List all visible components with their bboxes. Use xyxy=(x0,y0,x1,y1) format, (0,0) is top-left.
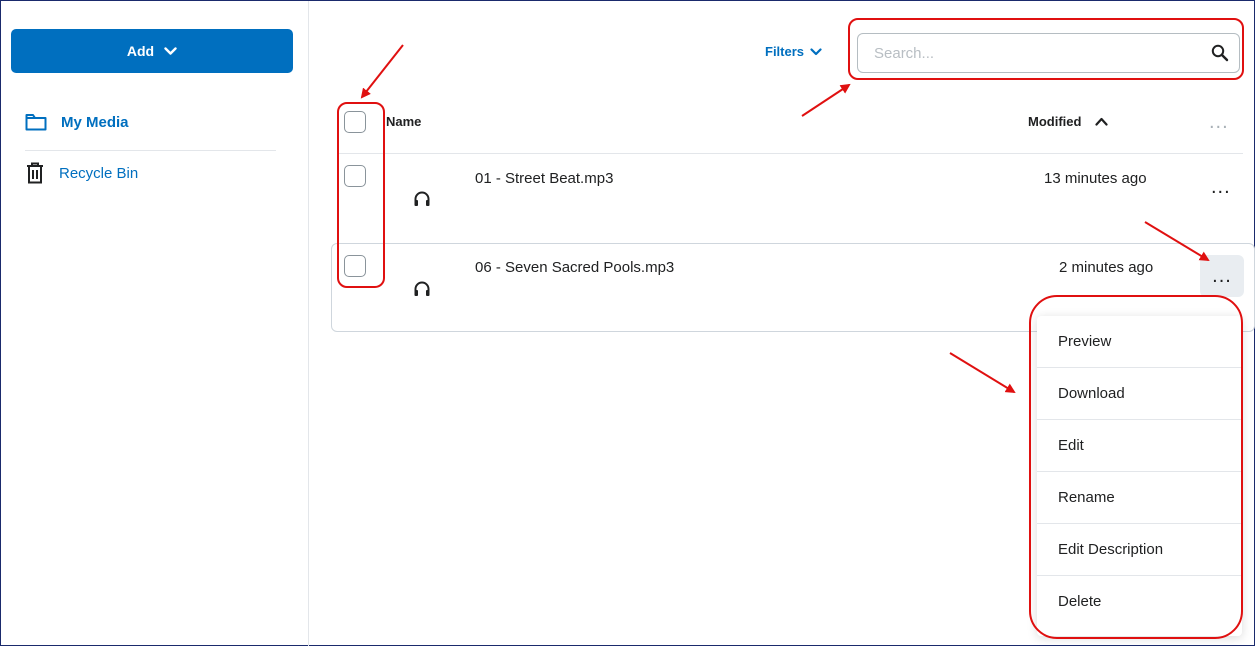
add-button-label: Add xyxy=(126,43,155,59)
menu-item-delete[interactable]: Delete xyxy=(1037,576,1242,627)
sidebar-item-label: Recycle Bin xyxy=(59,164,139,182)
row-more-button[interactable]: ... xyxy=(1211,177,1231,197)
chevron-down-icon xyxy=(810,47,822,55)
context-menu: Preview Download Edit Rename Edit Descri… xyxy=(1037,316,1242,636)
chevron-up-icon xyxy=(1095,117,1109,126)
sidebar-item-recycle-bin[interactable]: Recycle Bin xyxy=(25,161,138,185)
modified-time: 13 minutes ago xyxy=(1044,170,1147,187)
sidebar-item-label: My Media xyxy=(61,113,129,131)
folder-icon xyxy=(25,114,47,131)
menu-item-edit-description[interactable]: Edit Description xyxy=(1037,524,1242,576)
row-checkbox[interactable] xyxy=(344,255,366,277)
headphones-icon xyxy=(414,281,430,296)
search-icon[interactable] xyxy=(1211,44,1229,62)
sidebar xyxy=(1,1,309,646)
menu-item-preview[interactable]: Preview xyxy=(1037,316,1242,368)
trash-icon xyxy=(27,162,43,184)
row-checkbox[interactable] xyxy=(344,165,366,187)
more-dots-icon: ... xyxy=(1212,265,1232,287)
column-header-modified-label: Modified xyxy=(1028,114,1082,129)
headphones-icon xyxy=(414,191,430,206)
menu-item-rename[interactable]: Rename xyxy=(1037,472,1242,524)
chevron-down-icon xyxy=(164,46,177,55)
sidebar-divider xyxy=(25,150,276,151)
add-button[interactable]: Add xyxy=(11,29,293,73)
file-name[interactable]: 01 - Street Beat.mp3 xyxy=(475,170,613,187)
sidebar-item-my-media[interactable]: My Media xyxy=(25,113,129,131)
search-input[interactable] xyxy=(872,43,1211,63)
filters-button[interactable]: Filters xyxy=(765,44,822,59)
table-divider xyxy=(338,153,1243,154)
select-all-checkbox[interactable] xyxy=(344,111,366,133)
row-more-button-active[interactable]: ... xyxy=(1200,255,1244,297)
header-more-button[interactable]: ... xyxy=(1209,112,1229,132)
search-box xyxy=(857,33,1240,73)
column-header-modified[interactable]: Modified xyxy=(1028,114,1109,129)
menu-item-download[interactable]: Download xyxy=(1037,368,1242,420)
modified-time: 2 minutes ago xyxy=(1059,259,1154,276)
column-header-name[interactable]: Name xyxy=(386,114,421,129)
filters-label: Filters xyxy=(765,44,805,59)
file-name[interactable]: 06 - Seven Sacred Pools.mp3 xyxy=(475,259,674,276)
menu-item-edit[interactable]: Edit xyxy=(1037,420,1242,472)
